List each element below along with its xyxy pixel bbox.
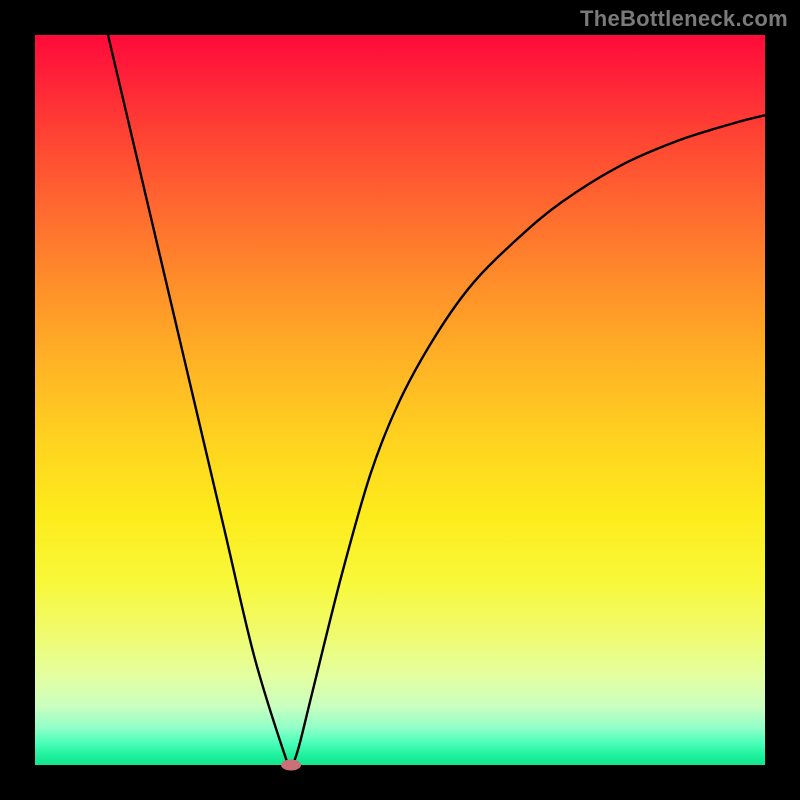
bottleneck-curve: [108, 35, 765, 765]
chart-frame: TheBottleneck.com: [0, 0, 800, 800]
watermark-text: TheBottleneck.com: [580, 6, 788, 32]
minimum-marker: [281, 760, 301, 771]
curve-svg: [35, 35, 765, 765]
plot-area: [35, 35, 765, 765]
